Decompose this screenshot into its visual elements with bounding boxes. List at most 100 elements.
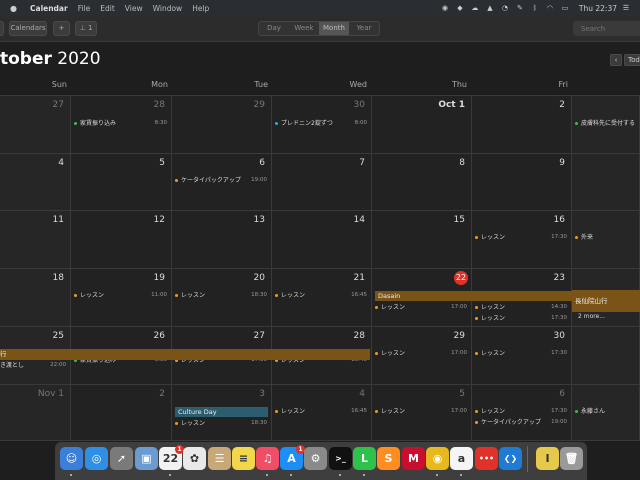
- menu-app-name[interactable]: Calendar: [30, 4, 68, 13]
- day-cell[interactable]: 30 プレドニン2錠ずつ 8:00: [272, 96, 372, 154]
- day-cell[interactable]: 永藤さん: [572, 385, 640, 441]
- menu-view[interactable]: View: [125, 4, 143, 13]
- event-item[interactable]: き渡とし 22:00: [0, 361, 70, 370]
- event-item[interactable]: レッスン 11:00: [74, 291, 171, 300]
- more-dots-icon[interactable]: •••: [475, 447, 498, 470]
- mcafee-icon[interactable]: M: [402, 447, 425, 470]
- day-cell[interactable]: 4: [0, 154, 71, 211]
- day-cell[interactable]: 2: [71, 385, 172, 441]
- event-item[interactable]: レッスン 17:00: [375, 349, 471, 358]
- all-day-event-bar[interactable]: 長仙院山行: [572, 290, 640, 312]
- day-cell[interactable]: 20 レッスン 18:30: [172, 269, 272, 327]
- wifi-icon[interactable]: ◠: [544, 4, 556, 13]
- calendars-button[interactable]: Calendars: [9, 21, 47, 36]
- event-item[interactable]: レッスン 16:45: [275, 407, 371, 416]
- inbox-button[interactable]: ⊥ 1: [75, 21, 97, 36]
- day-cell[interactable]: 12: [71, 211, 172, 269]
- add-event-button[interactable]: +: [53, 21, 70, 36]
- menu-window[interactable]: Window: [153, 4, 183, 13]
- dropbox-icon[interactable]: ◆: [454, 4, 466, 13]
- event-item[interactable]: レッスン 18:30: [175, 291, 271, 300]
- event-item[interactable]: プレドニン2錠ずつ 8:00: [275, 119, 371, 128]
- photos-icon[interactable]: ✿: [183, 447, 206, 470]
- menu-edit[interactable]: Edit: [100, 4, 115, 13]
- event-item[interactable]: ケータイパックアップ 19:00: [475, 418, 571, 427]
- day-cell[interactable]: 21 レッスン 16:45: [272, 269, 372, 327]
- event-item[interactable]: レッスン 16:45: [275, 291, 371, 300]
- event-item[interactable]: レッスン 17:30: [475, 349, 571, 358]
- more-events-link[interactable]: 2 more...: [578, 312, 638, 321]
- day-cell[interactable]: [572, 327, 640, 385]
- day-cell[interactable]: 9: [472, 154, 572, 211]
- day-cell[interactable]: 4 レッスン 16:45: [272, 385, 372, 441]
- search-input[interactable]: [573, 21, 640, 36]
- event-item[interactable]: レッスン 17:30: [475, 233, 571, 242]
- day-cell[interactable]: 2: [472, 96, 572, 154]
- previous-month-button[interactable]: ‹: [610, 54, 622, 66]
- menubar-clock[interactable]: Thu 22:37: [579, 4, 617, 13]
- all-day-event-bar[interactable]: Culture Day: [175, 407, 268, 417]
- day-cell[interactable]: 皮膚科先に受付する: [572, 96, 640, 154]
- day-cell[interactable]: 18: [0, 269, 71, 327]
- day-cell[interactable]: 6 ケータイパックアップ 19:00: [172, 154, 272, 211]
- finder-icon[interactable]: ☺: [60, 447, 83, 470]
- day-cell[interactable]: 長仙院山行 2 more...: [572, 269, 640, 327]
- notes-icon[interactable]: ≡: [232, 447, 255, 470]
- day-cell[interactable]: 28 家賃振り込み 8:30: [71, 96, 172, 154]
- music-icon[interactable]: ♫: [256, 447, 279, 470]
- day-cell[interactable]: 30 レッスン 17:30: [472, 327, 572, 385]
- event-item[interactable]: レッスン 14:30: [475, 303, 571, 312]
- day-cell[interactable]: Nov 1: [0, 385, 71, 441]
- day-cell[interactable]: 13: [172, 211, 272, 269]
- safari-icon[interactable]: ◎: [85, 447, 108, 470]
- today-button[interactable]: Tod: [624, 54, 640, 66]
- all-day-event-bar[interactable]: Dasain: [375, 291, 572, 301]
- event-item[interactable]: レッスン 17:00: [375, 303, 471, 312]
- menu-file[interactable]: File: [78, 4, 91, 13]
- event-item[interactable]: レッスン 17:30: [475, 314, 571, 323]
- event-item[interactable]: レッスン 17:00: [375, 407, 471, 416]
- day-cell[interactable]: Oct 1: [372, 96, 472, 154]
- sublime-text-icon[interactable]: S: [377, 447, 400, 470]
- contacts-icon[interactable]: ☰: [208, 447, 231, 470]
- day-cell[interactable]: [572, 154, 640, 211]
- coin-icon[interactable]: I: [536, 447, 559, 470]
- system-preferences-icon[interactable]: ⚙: [304, 447, 327, 470]
- pen-icon[interactable]: ✎: [514, 4, 526, 13]
- day-cell[interactable]: 3 Culture Day レッスン 18:30: [172, 385, 272, 441]
- event-item[interactable]: レッスン 17:30: [475, 407, 571, 416]
- menu-help[interactable]: Help: [192, 4, 209, 13]
- event-item[interactable]: レッスン 18:30: [175, 419, 271, 428]
- day-cell[interactable]: 14: [272, 211, 372, 269]
- apple-icon[interactable]: ●: [10, 4, 22, 13]
- day-cell[interactable]: 29: [172, 96, 272, 154]
- chrome-icon[interactable]: ◉: [426, 447, 449, 470]
- day-cell[interactable]: 11: [0, 211, 71, 269]
- calendar-icon[interactable]: 22 1: [159, 445, 184, 470]
- script-editor-icon[interactable]: a: [450, 447, 473, 470]
- day-cell[interactable]: 7: [272, 154, 372, 211]
- vscode-icon[interactable]: ❮❯: [499, 447, 522, 470]
- event-item[interactable]: 外来: [575, 233, 640, 242]
- bluetooth-icon[interactable]: ᛒ: [529, 4, 541, 13]
- event-item[interactable]: 皮膚科先に受付する: [575, 119, 640, 128]
- day-cell[interactable]: 8: [372, 154, 472, 211]
- onepassword-icon[interactable]: ◉: [439, 4, 451, 13]
- cloud-icon[interactable]: ☁: [469, 4, 481, 13]
- day-cell[interactable]: 27: [0, 96, 71, 154]
- evernote-icon[interactable]: ▲: [484, 4, 496, 13]
- tab-week[interactable]: Week: [289, 22, 319, 35]
- day-cell[interactable]: 15: [372, 211, 472, 269]
- tab-day[interactable]: Day: [259, 22, 289, 35]
- all-day-event-bar[interactable]: 行: [0, 349, 370, 360]
- app-store-icon[interactable]: A1: [280, 445, 305, 470]
- event-item[interactable]: 永藤さん: [575, 407, 640, 416]
- day-cell[interactable]: 外来: [572, 211, 640, 269]
- day-cell[interactable]: 19 レッスン 11:00: [71, 269, 172, 327]
- day-cell[interactable]: 5: [71, 154, 172, 211]
- day-cell[interactable]: 6 レッスン 17:30 ケータイパックアップ 19:00: [472, 385, 572, 441]
- line-icon[interactable]: L: [353, 447, 376, 470]
- terminal-icon[interactable]: >_: [329, 447, 352, 470]
- preview-icon[interactable]: ▣: [135, 447, 158, 470]
- battery-icon[interactable]: ▭: [559, 4, 571, 13]
